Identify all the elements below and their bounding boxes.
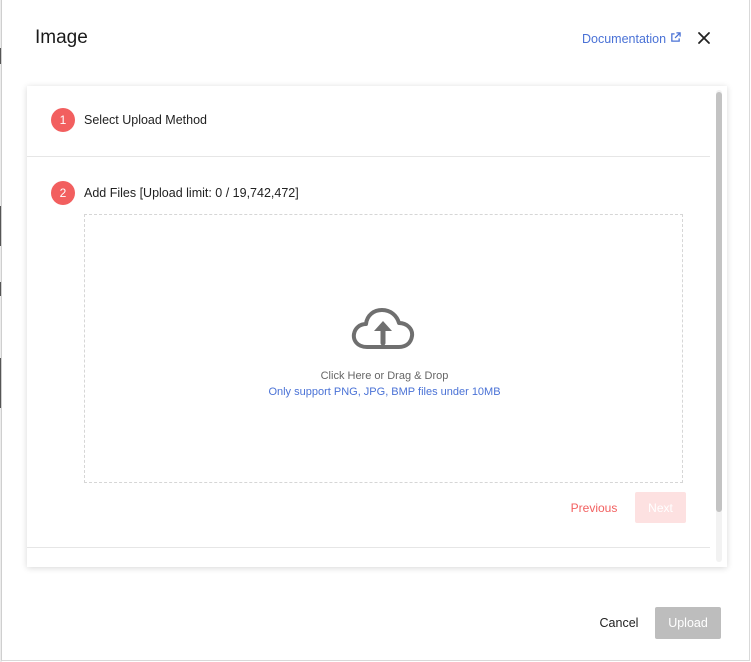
close-icon	[697, 32, 711, 49]
step-number: 1	[51, 108, 75, 132]
external-link-icon	[670, 32, 681, 46]
upload-button[interactable]: Upload	[655, 607, 721, 639]
dialog-title: Image	[35, 27, 88, 48]
upload-steps-panel: 1 Select Upload Method 2 Add Files [Uplo…	[27, 86, 727, 567]
dropzone-file-types: Only support PNG, JPG, BMP files under 1…	[268, 386, 501, 398]
cancel-button[interactable]: Cancel	[585, 607, 653, 639]
close-button[interactable]	[697, 31, 711, 45]
cloud-upload-icon	[351, 307, 415, 351]
image-upload-dialog: Image Documentation 1 Select Upload Meth…	[1, 0, 750, 661]
scrollbar-thumb[interactable]	[716, 92, 722, 512]
step-add-files: 2 Add Files [Upload limit: 0 / 19,742,47…	[51, 181, 299, 205]
documentation-link[interactable]: Documentation	[582, 32, 681, 46]
step-label: Add Files [Upload limit: 0 / 19,742,472]	[84, 186, 299, 200]
next-button[interactable]: Next	[635, 492, 686, 523]
step-label: Select Upload Method	[84, 113, 207, 127]
documentation-label: Documentation	[582, 32, 667, 46]
divider	[27, 156, 710, 157]
dropzone-instruction: Click Here or Drag & Drop	[320, 370, 449, 382]
file-dropzone[interactable]: Click Here or Drag & Drop Only support P…	[84, 214, 683, 483]
previous-button[interactable]: Previous	[557, 492, 631, 524]
step-select-method[interactable]: 1 Select Upload Method	[51, 108, 207, 132]
step-number: 2	[51, 181, 75, 205]
divider	[27, 547, 710, 548]
